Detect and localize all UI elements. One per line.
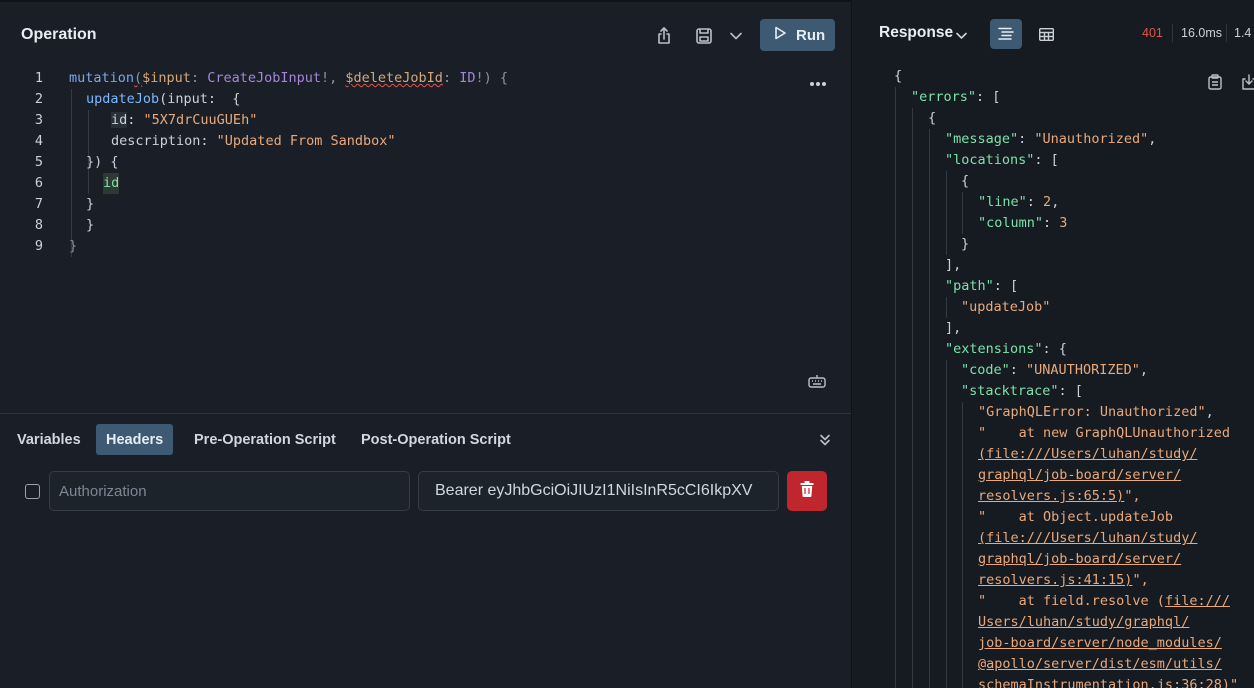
json-line: (file:///Users/luhan/study/ — [978, 446, 1198, 462]
line-number: 1 — [34, 70, 43, 86]
play-icon — [774, 26, 786, 45]
json-line: ], — [945, 320, 962, 336]
collapse-icon[interactable] — [818, 433, 834, 449]
line-number: 7 — [34, 196, 43, 212]
status-code: 401 — [1142, 26, 1163, 40]
json-line: } — [961, 236, 970, 252]
json-line: "extensions": { — [945, 341, 1067, 357]
response-panel: Response 401 16.0ms 1.4 { "errors": [ { … — [851, 0, 1254, 688]
json-line: resolvers.js:65:5)", — [978, 488, 1141, 504]
share-icon[interactable] — [652, 24, 676, 48]
indent-guide — [912, 108, 913, 688]
chevron-down-icon[interactable] — [724, 24, 748, 48]
indent-guide — [946, 171, 947, 255]
code-line: 6 id — [0, 173, 851, 194]
copy-icon[interactable] — [1208, 74, 1226, 92]
indent-guide — [895, 87, 896, 688]
tabs-bar: Variables Headers Pre-Operation Script P… — [0, 413, 851, 465]
run-button[interactable]: Run — [760, 19, 835, 51]
delete-header-button[interactable] — [787, 471, 827, 511]
indent-guide — [946, 360, 947, 688]
divider — [1226, 24, 1227, 42]
json-line: "errors": [ — [911, 89, 1001, 105]
line-number: 3 — [34, 112, 43, 128]
response-json[interactable]: { "errors": [ { "message": "Unauthorized… — [852, 66, 1254, 688]
json-line: " at field.resolve (file:/// — [978, 593, 1230, 609]
code-editor[interactable]: 1 mutation($input: CreateJobInput!, $del… — [0, 68, 851, 413]
tab-headers[interactable]: Headers — [96, 424, 174, 455]
json-line: "line": 2, — [978, 194, 1060, 210]
trash-icon — [800, 480, 814, 502]
code-line: 2 updateJob(input: { — [0, 89, 851, 110]
json-line: Users/luhan/study/graphql/ — [978, 614, 1190, 630]
tab-post-operation-script[interactable]: Post-Operation Script — [351, 424, 521, 455]
table-view-icon[interactable] — [1034, 22, 1058, 46]
operation-header: Operation Run — [0, 2, 851, 68]
code-line: 8 } — [0, 215, 851, 236]
json-line: " at Object.updateJob — [978, 509, 1174, 525]
json-line: { — [894, 68, 903, 84]
tree-view-icon[interactable] — [990, 19, 1022, 49]
more-icon[interactable] — [808, 74, 828, 94]
divider — [1172, 24, 1173, 42]
response-title[interactable]: Response — [879, 24, 953, 42]
json-line: "message": "Unauthorized", — [945, 131, 1157, 147]
response-header: Response 401 16.0ms 1.4 — [852, 0, 1254, 66]
json-line: "path": [ — [945, 278, 1019, 294]
line-number: 4 — [34, 133, 43, 149]
json-line: schemaInstrumentation.js:36:28)" — [978, 677, 1239, 688]
json-line: "locations": [ — [945, 152, 1059, 168]
line-number: 6 — [34, 175, 43, 191]
indent-guide — [962, 192, 963, 234]
response-duration: 16.0ms — [1181, 26, 1222, 40]
line-number: 5 — [34, 154, 43, 170]
download-icon[interactable] — [1242, 74, 1254, 92]
json-line: graphql/job-board/server/ — [978, 467, 1182, 483]
code-line: 4 description: "Updated From Sandbox" — [0, 131, 851, 152]
operation-panel: Operation Run 1 mutation($input: CreateJ… — [0, 0, 851, 688]
json-line: (file:///Users/luhan/study/ — [978, 530, 1198, 546]
header-enabled-checkbox[interactable] — [25, 484, 40, 499]
indent-guide — [929, 129, 930, 688]
tab-pre-operation-script[interactable]: Pre-Operation Script — [184, 424, 346, 455]
indent-guide — [946, 297, 947, 318]
json-line: ], — [945, 257, 962, 273]
json-line: "updateJob" — [961, 299, 1051, 315]
json-line: graphql/job-board/server/ — [978, 551, 1182, 567]
json-line: "GraphQLError: Unauthorized", — [978, 404, 1214, 420]
code-line: 9 } — [0, 236, 851, 257]
line-number: 9 — [34, 238, 43, 254]
json-line: " at new GraphQLUnauthorized — [978, 425, 1230, 441]
line-number: 8 — [34, 217, 43, 233]
save-icon[interactable] — [692, 24, 716, 48]
line-number: 2 — [34, 91, 43, 107]
operation-title: Operation — [21, 26, 97, 43]
json-line: "stacktrace": [ — [961, 383, 1083, 399]
header-value-input[interactable]: Bearer eyJhbGciOiJIUzI1NiIsInR5cCI6IkpXV — [418, 471, 779, 511]
json-line: "column": 3 — [978, 215, 1068, 231]
response-size: 1.4 — [1234, 26, 1252, 40]
json-line: resolvers.js:41:15)", — [978, 572, 1149, 588]
indent-guide — [962, 402, 963, 688]
json-line: job-board/server/node_modules/ — [978, 635, 1222, 651]
json-line: { — [961, 173, 970, 189]
chevron-down-icon[interactable] — [956, 27, 968, 39]
header-row: Authorization Bearer eyJhbGciOiJIUzI1NiI… — [0, 465, 851, 525]
json-line: { — [928, 110, 937, 126]
json-line: "code": "UNAUTHORIZED", — [961, 362, 1148, 378]
header-key-input[interactable]: Authorization — [49, 471, 410, 511]
code-line: 1 mutation($input: CreateJobInput!, $del… — [0, 68, 851, 89]
json-line: @apollo/server/dist/esm/utils/ — [978, 656, 1222, 672]
tab-variables[interactable]: Variables — [7, 424, 91, 455]
code-line: 7 } — [0, 194, 851, 215]
keyboard-icon[interactable] — [808, 374, 830, 392]
code-line: 3 id: "5X7drCuuGUEh" — [0, 110, 851, 131]
code-line: 5 }) { — [0, 152, 851, 173]
run-label: Run — [796, 26, 826, 44]
